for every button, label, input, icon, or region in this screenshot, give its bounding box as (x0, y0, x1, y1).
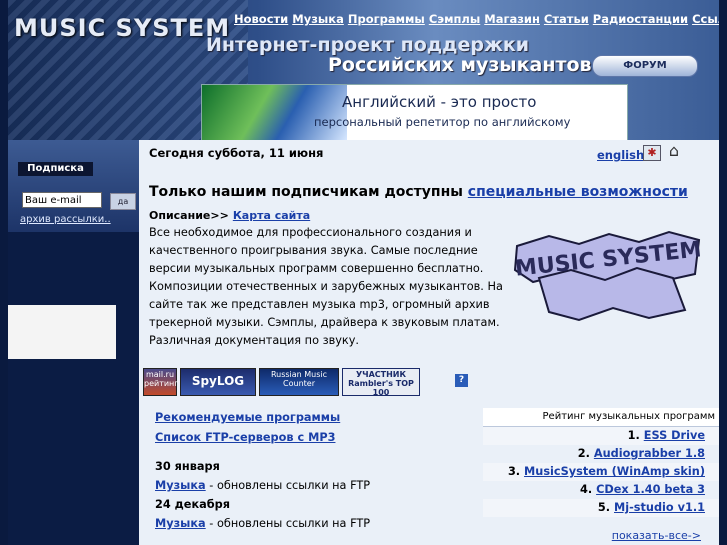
news-item: Музыка - обновлены ссылки на FTP (155, 517, 370, 530)
rating-num: 4. (579, 483, 593, 496)
banner-art (202, 85, 347, 140)
rating-title: Рейтинг музыкальных программ (483, 408, 719, 427)
ad-banner[interactable]: Английский - это просто персональный реп… (201, 84, 628, 140)
slogan-line2: Российских музыкантов (328, 54, 592, 76)
left-sidebar: Подписка да архив рассылки.. (8, 140, 139, 545)
banner-title: Английский - это просто (342, 93, 537, 111)
rating-link[interactable]: MusicSystem (WinAmp skin) (524, 465, 705, 478)
music-counter-badge[interactable]: Russian Music Counter (259, 368, 339, 396)
special-features-link[interactable]: специальные возможности (468, 184, 688, 200)
rating-num: 5. (597, 501, 611, 514)
nav-radio[interactable]: Радиостанции (593, 12, 688, 26)
mailru-badge[interactable]: mail.ru рейтинг (143, 368, 179, 396)
rating-panel: Рейтинг музыкальных программ 1. ESS Driv… (483, 408, 719, 545)
subscribe-panel: Подписка да архив рассылки.. (8, 140, 139, 232)
slogan-line1: Интернет-проект поддержки (206, 34, 530, 56)
nav-music[interactable]: Музыка (292, 12, 344, 26)
ftp-servers-link[interactable]: Список FTP-серверов с MP3 (155, 428, 340, 448)
nav-articles[interactable]: Статьи (544, 12, 589, 26)
counter-badges: mail.ru рейтинг SpyLOG Russian Music Cou… (143, 368, 420, 396)
rating-item: 1. ESS Drive (483, 427, 719, 445)
sidebar-blank-box (8, 305, 116, 359)
bookmark-icon[interactable]: ✱ (643, 145, 661, 161)
banner-subtitle: персональный репетитор по английскому (314, 115, 571, 129)
description-label: Описание>> (149, 209, 229, 222)
rating-link[interactable]: CDex 1.40 beta 3 (596, 483, 705, 496)
quick-links: Рекомендуемые программы Список FTP-серве… (155, 408, 340, 448)
site-header: MUSIC SYSTEM Новости Музыка Программы Сэ… (8, 0, 719, 140)
home-icon[interactable]: ⌂ (665, 142, 683, 160)
nav-samples[interactable]: Сэмплы (429, 12, 480, 26)
show-all-link[interactable]: показать-все-> (612, 529, 701, 542)
nav-programs[interactable]: Программы (348, 12, 425, 26)
news-date: 24 декабря (155, 498, 230, 511)
headline-text: Только нашим подписчикам доступны (149, 184, 463, 200)
forum-button[interactable]: ФОРУМ (592, 55, 698, 77)
english-link[interactable]: english (597, 148, 644, 162)
news-date: 30 января (155, 460, 220, 473)
graffiti-logo: MUSIC SYSTEM (509, 226, 709, 324)
current-date: Сегодня суббота, 11 июня (149, 146, 324, 160)
rating-num: 1. (627, 429, 640, 442)
news-list: 30 января Музыка - обновлены ссылки на F… (155, 454, 370, 530)
news-link[interactable]: Музыка (155, 517, 206, 530)
news-link[interactable]: Музыка (155, 479, 206, 492)
rating-link[interactable]: Mj-studio v1.1 (614, 501, 705, 514)
subscribe-title: Подписка (18, 162, 93, 176)
description-row: Описание>> Карта сайта (149, 209, 310, 222)
rating-num: 2. (577, 447, 590, 460)
news-text: - обновлены ссылки на FTP (205, 517, 371, 530)
rating-num: 3. (507, 465, 521, 478)
top-nav: Новости Музыка Программы Сэмплы Магазин … (234, 12, 719, 26)
rating-item: 3. MusicSystem (WinAmp skin) (483, 463, 719, 481)
description-paragraph: Все необходимое для профессионального со… (149, 226, 503, 347)
sitemap-link[interactable]: Карта сайта (233, 209, 310, 222)
subscribe-button[interactable]: да (110, 193, 136, 210)
help-icon[interactable]: ? (455, 374, 468, 387)
page-frame: MUSIC SYSTEM Новости Музыка Программы Сэ… (8, 0, 719, 545)
nav-shop[interactable]: Магазин (484, 12, 540, 26)
site-logo[interactable]: MUSIC SYSTEM (14, 14, 230, 42)
news-item: Музыка - обновлены ссылки на FTP (155, 479, 370, 492)
email-field[interactable] (22, 192, 102, 208)
spylog-badge[interactable]: SpyLOG (180, 368, 256, 396)
main-content: Сегодня суббота, 11 июня english ✱ ⌂ Тол… (139, 140, 719, 545)
rating-item: 5. Mj-studio v1.1 (483, 499, 719, 517)
recommended-programs-link[interactable]: Рекомендуемые программы (155, 408, 340, 428)
rating-list: 1. ESS Drive 2. Audiograbber 1.8 3. Musi… (483, 427, 719, 517)
headline: Только нашим подписчикам доступны специа… (149, 184, 688, 200)
nav-news[interactable]: Новости (234, 12, 288, 26)
nav-links[interactable]: Ссылки (692, 12, 719, 26)
rating-item: 4. CDex 1.40 beta 3 (483, 481, 719, 499)
archive-link[interactable]: архив рассылки.. (20, 214, 111, 225)
news-text: - обновлены ссылки на FTP (205, 479, 371, 492)
rating-item: 2. Audiograbber 1.8 (483, 445, 719, 463)
rambler-badge[interactable]: УЧАСТНИК Rambler's TOP 100 (342, 368, 420, 396)
rating-link[interactable]: Audiograbber 1.8 (594, 447, 705, 460)
rating-link[interactable]: ESS Drive (644, 429, 705, 442)
